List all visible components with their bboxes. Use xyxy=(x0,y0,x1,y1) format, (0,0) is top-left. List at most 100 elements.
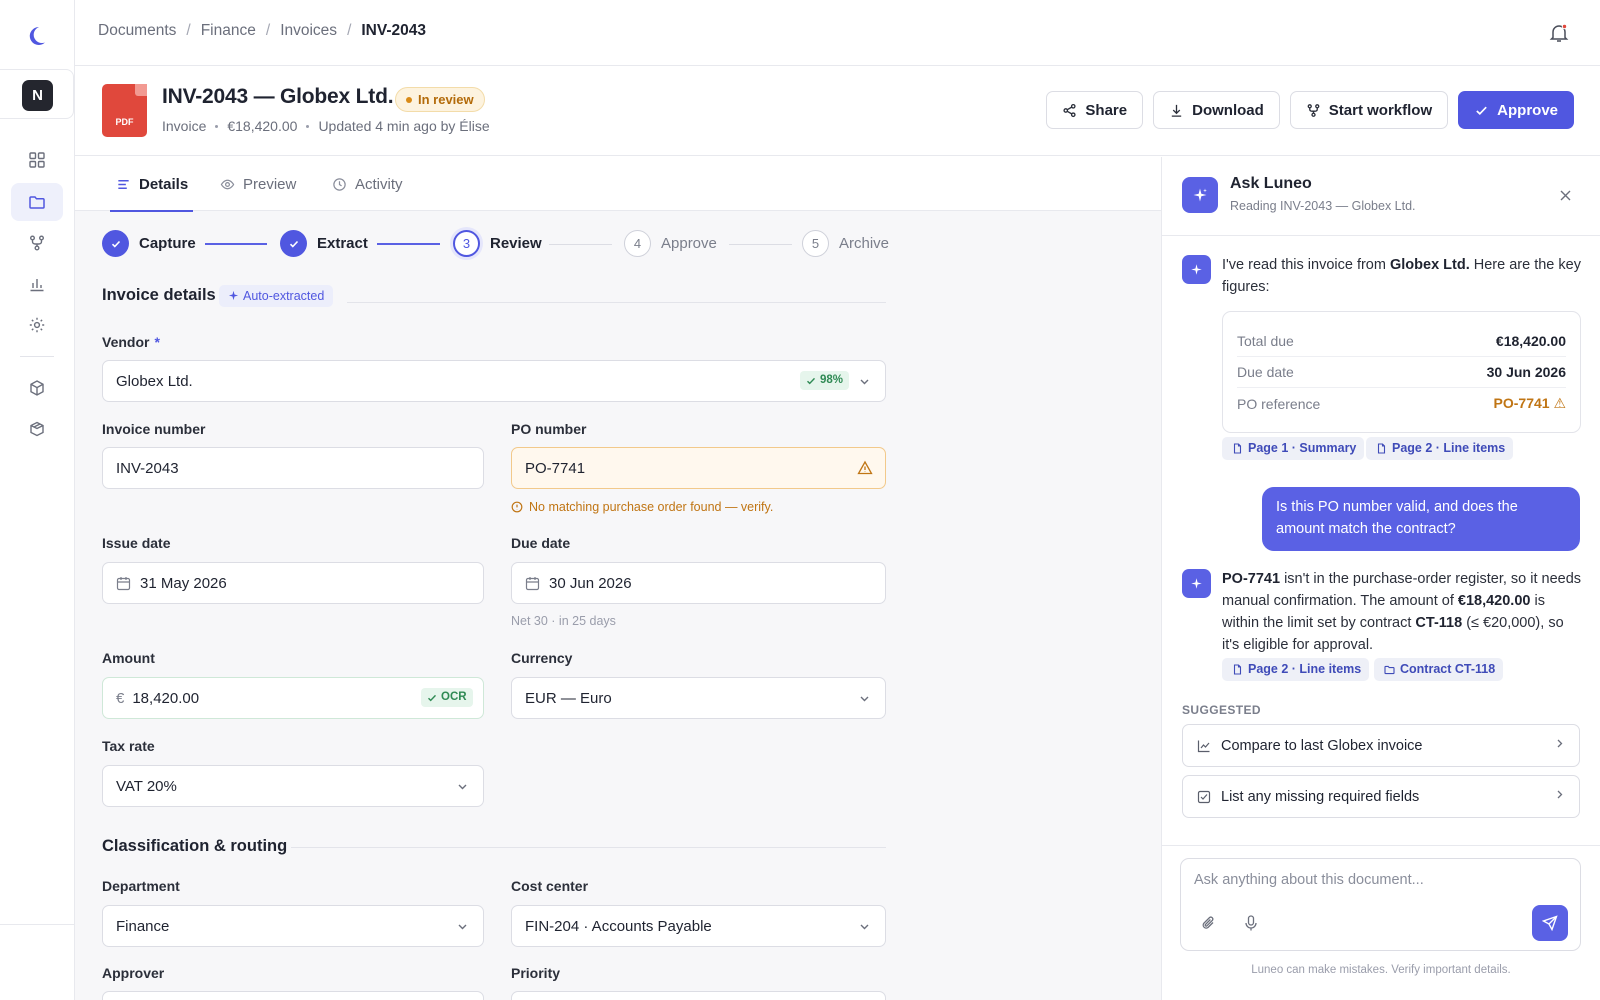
nav-workflows[interactable] xyxy=(11,224,63,262)
eye-icon xyxy=(220,179,235,189)
share-button[interactable]: Share xyxy=(1046,91,1144,129)
file-icon xyxy=(1233,443,1242,454)
assistant-message: I've read this invoice from Globex Ltd. … xyxy=(1222,254,1584,298)
source-chip[interactable]: Contract CT-118 xyxy=(1374,658,1504,681)
nav-integrations[interactable] xyxy=(11,369,63,407)
breadcrumb-current: INV-2043 xyxy=(361,22,427,39)
message-bold: Globex Ltd. xyxy=(1389,257,1470,273)
tab-activity[interactable]: Activity xyxy=(332,157,403,211)
nav-documents[interactable] xyxy=(11,183,63,221)
figure-row: Due date 30 Jun 2026 xyxy=(1237,357,1566,388)
issue-date-label: Issue date xyxy=(102,535,171,551)
page-title: INV-2043 — Globex Ltd. xyxy=(162,85,394,108)
breadcrumb-separator: / xyxy=(347,22,352,39)
breadcrumb-invoices[interactable]: Invoices xyxy=(280,22,337,40)
key-figures-card: Total due €18,420.00 Due date 30 Jun 202… xyxy=(1222,311,1581,433)
breadcrumb-separator: / xyxy=(265,22,271,39)
due-date-label: Due date xyxy=(511,535,571,551)
bell-icon[interactable] xyxy=(1548,22,1570,44)
document-updated: Updated 4 min ago by Élise xyxy=(318,118,490,134)
chevron-down-icon xyxy=(860,379,869,385)
approve-button[interactable]: Approve xyxy=(1458,91,1574,129)
document-amount: €18,420.00 xyxy=(227,118,298,134)
source-chip[interactable]: Page 2 · Line items xyxy=(1222,658,1370,681)
checklist-icon xyxy=(1197,790,1211,804)
priority-select[interactable] xyxy=(511,991,886,1000)
source-chip[interactable]: Page 1 · Summary xyxy=(1222,437,1365,460)
close-icon[interactable] xyxy=(1559,189,1572,202)
header-actions: Share Download Start workflow Approve xyxy=(1046,91,1574,129)
step-review[interactable]: 3 Review xyxy=(453,230,542,257)
send-button[interactable] xyxy=(1532,905,1568,941)
approver-select[interactable] xyxy=(102,991,484,1000)
step-label: Approve xyxy=(661,235,717,252)
breadcrumb-separator: / xyxy=(186,22,191,39)
po-warning-text: No matching purchase order found — verif… xyxy=(529,500,774,514)
vendor-select[interactable]: Globex Ltd. 98% xyxy=(102,360,886,402)
chart-icon xyxy=(30,279,44,292)
issue-date-field[interactable]: 31 May 2026 xyxy=(102,562,484,604)
department-value: Finance xyxy=(116,917,170,935)
progress-stepper: Capture Extract 3 Review 4 Approve 5 Arc… xyxy=(102,230,902,260)
po-warning-message: No matching purchase order found — verif… xyxy=(511,500,773,514)
nav-dashboard[interactable] xyxy=(11,141,63,179)
step-extract[interactable]: Extract xyxy=(280,230,368,257)
send-icon xyxy=(1542,915,1558,931)
breadcrumb-documents[interactable]: Documents xyxy=(98,22,176,40)
vendor-label-text: Vendor xyxy=(102,334,150,350)
calendar-icon xyxy=(116,576,131,590)
nav-reports[interactable] xyxy=(11,265,63,303)
assistant-header: Ask Luneo Reading INV-2043 — Globex Ltd. xyxy=(1162,157,1600,236)
amount-field[interactable]: € 18,420.00 OCR xyxy=(102,677,484,719)
due-date-field[interactable]: 30 Jun 2026 xyxy=(511,562,886,604)
nav-settings[interactable] xyxy=(11,306,63,344)
paperclip-icon[interactable] xyxy=(1200,914,1218,932)
tab-details[interactable]: Details xyxy=(109,157,194,212)
nav-archive[interactable] xyxy=(11,410,63,448)
assistant-subtitle: Reading INV-2043 — Globex Ltd. xyxy=(1230,199,1416,213)
warning-icon xyxy=(857,460,873,475)
mic-icon[interactable] xyxy=(1242,914,1260,932)
sparkle-icon xyxy=(1191,578,1202,589)
tab-preview[interactable]: Preview xyxy=(220,157,296,211)
figure-row: Total due €18,420.00 xyxy=(1237,326,1566,357)
top-bar: Documents / Finance / Invoices / INV-204… xyxy=(75,0,1600,66)
chat-input-placeholder[interactable]: Ask anything about this document... xyxy=(1194,872,1424,888)
step-archive[interactable]: 5 Archive xyxy=(802,230,889,257)
chevron-right-icon xyxy=(1557,739,1563,748)
step-capture[interactable]: Capture xyxy=(102,230,196,257)
po-number-label: PO number xyxy=(511,421,587,437)
suggestion-missing-fields[interactable]: List any missing required fields xyxy=(1182,775,1580,818)
tax-rate-select[interactable]: VAT 20% xyxy=(102,765,484,807)
figure-key: PO reference xyxy=(1237,395,1321,412)
document-meta: Invoice €18,420.00 Updated 4 min ago by … xyxy=(162,118,490,134)
tab-activity-label: Activity xyxy=(355,175,403,193)
breadcrumb-finance[interactable]: Finance xyxy=(201,22,256,40)
box-icon xyxy=(30,380,44,396)
po-number-field[interactable]: PO-7741 xyxy=(511,447,886,489)
chevron-down-icon xyxy=(458,924,467,930)
currency-select[interactable]: EUR — Euro xyxy=(511,677,886,719)
main-content: Details Preview Activity Capture Extract… xyxy=(75,157,1161,1000)
workspace-switcher[interactable]: N xyxy=(0,69,74,119)
download-button[interactable]: Download xyxy=(1153,91,1280,129)
step-approve[interactable]: 4 Approve xyxy=(624,230,717,257)
department-select[interactable]: Finance xyxy=(102,905,484,947)
cost-center-select[interactable]: FIN-204 · Accounts Payable xyxy=(511,905,886,947)
invoice-number-field[interactable]: INV-2043 xyxy=(102,447,484,489)
check-icon xyxy=(111,240,120,248)
user-message: Is this PO number valid, and does the am… xyxy=(1262,487,1580,551)
due-date-hint: Net 30 · in 25 days xyxy=(511,614,616,628)
figure-value: 30 Jun 2026 xyxy=(1486,364,1566,380)
source-chip[interactable]: Page 2 · Line items xyxy=(1366,437,1514,460)
message-bold: PO-7741 xyxy=(1222,571,1281,587)
assistant-title: Ask Luneo xyxy=(1230,175,1312,192)
meta-separator xyxy=(215,124,219,128)
moon-logo-icon[interactable] xyxy=(24,24,48,48)
required-marker: * xyxy=(154,334,160,350)
assistant-avatar xyxy=(1182,255,1211,284)
suggestion-compare[interactable]: Compare to last Globex invoice xyxy=(1182,724,1580,767)
start-workflow-button[interactable]: Start workflow xyxy=(1289,91,1449,129)
step-label: Extract xyxy=(317,235,368,252)
chat-composer[interactable]: Ask anything about this document... xyxy=(1180,858,1581,951)
